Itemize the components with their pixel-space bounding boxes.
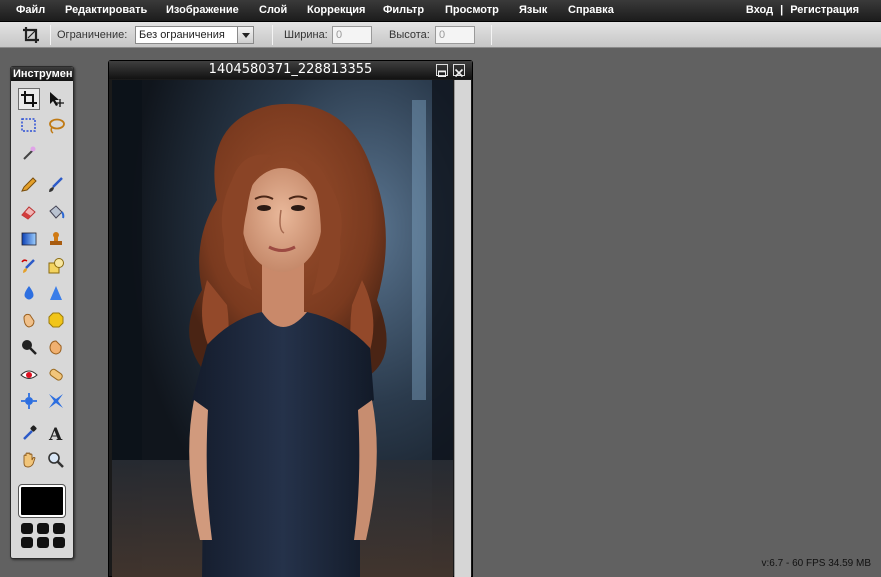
red-eye-tool-icon[interactable] bbox=[18, 363, 40, 385]
chevron-down-icon[interactable] bbox=[237, 27, 253, 43]
menu-layer[interactable]: Слой bbox=[259, 4, 287, 16]
clone-stamp-tool-icon[interactable] bbox=[45, 228, 67, 250]
draw-shapes-tool-icon[interactable] bbox=[45, 255, 67, 277]
sponge-tool-icon[interactable] bbox=[45, 309, 67, 331]
blur-tool-icon[interactable] bbox=[18, 282, 40, 304]
height-label: Высота: bbox=[389, 29, 430, 41]
crop-icon[interactable] bbox=[20, 25, 42, 45]
tools-panel: Инструмен A bbox=[10, 66, 74, 559]
menu-file[interactable]: Файл bbox=[16, 4, 45, 16]
type-tool-icon[interactable]: A bbox=[45, 422, 67, 444]
width-input[interactable]: 0 bbox=[332, 26, 372, 44]
swatch-mode-button[interactable] bbox=[53, 537, 65, 548]
pencil-tool-icon[interactable] bbox=[18, 174, 40, 196]
smudge-tool-icon[interactable] bbox=[18, 309, 40, 331]
primary-color-swatch[interactable] bbox=[18, 484, 66, 518]
auth-separator: | bbox=[780, 4, 784, 16]
swatch-mode-button[interactable] bbox=[21, 537, 33, 548]
spot-heal-tool-icon[interactable] bbox=[45, 363, 67, 385]
menu-edit[interactable]: Редактировать bbox=[65, 4, 147, 16]
swatch-mode-button[interactable] bbox=[21, 523, 33, 534]
sharpen-tool-icon[interactable] bbox=[45, 282, 67, 304]
constraint-label: Ограничение: bbox=[57, 29, 128, 41]
menu-filter[interactable]: Фильтр bbox=[383, 4, 424, 16]
marquee-tool-icon[interactable] bbox=[18, 115, 40, 137]
register-link[interactable]: Регистрация bbox=[790, 4, 859, 16]
swatch-mode-button[interactable] bbox=[37, 523, 49, 534]
color-picker-tool-icon[interactable] bbox=[18, 422, 40, 444]
width-label: Ширина: bbox=[284, 29, 328, 41]
dodge-tool-icon[interactable] bbox=[18, 336, 40, 358]
eraser-tool-icon[interactable] bbox=[18, 201, 40, 223]
zoom-tool-icon[interactable] bbox=[45, 449, 67, 471]
close-icon[interactable] bbox=[453, 64, 465, 78]
photo-portrait bbox=[112, 80, 453, 577]
paint-bucket-tool-icon[interactable] bbox=[45, 201, 67, 223]
gradient-tool-icon[interactable] bbox=[18, 228, 40, 250]
pinch-tool-icon[interactable] bbox=[45, 390, 67, 412]
burn-tool-icon[interactable] bbox=[45, 336, 67, 358]
magic-wand-tool-icon[interactable] bbox=[18, 142, 40, 164]
menu-view[interactable]: Просмотр bbox=[445, 4, 499, 16]
vertical-scrollbar[interactable] bbox=[454, 80, 471, 577]
svg-text:A: A bbox=[48, 425, 63, 442]
toolbar-divider bbox=[272, 25, 273, 45]
maximize-icon[interactable] bbox=[436, 64, 448, 77]
menu-language[interactable]: Язык bbox=[519, 4, 547, 16]
toolbar-divider bbox=[491, 25, 492, 45]
color-replace-tool-icon[interactable] bbox=[18, 255, 40, 277]
brush-tool-icon[interactable] bbox=[45, 174, 67, 196]
toolbar-divider bbox=[50, 25, 51, 45]
bloat-tool-icon[interactable] bbox=[18, 390, 40, 412]
status-version: v:6.7 - 60 FPS 34.59 MB bbox=[761, 558, 872, 569]
document-title[interactable]: 1404580371_228813355 bbox=[109, 61, 472, 79]
crop-tool-icon[interactable] bbox=[18, 88, 40, 110]
auth-links: Вход | Регистрация bbox=[746, 4, 859, 16]
menu-adjustments[interactable]: Коррекция bbox=[307, 4, 365, 16]
image-canvas[interactable] bbox=[112, 80, 453, 577]
constraint-select[interactable]: Без ограничения bbox=[135, 26, 254, 44]
lasso-tool-icon[interactable] bbox=[45, 115, 67, 137]
document-window: 1404580371_228813355 bbox=[108, 60, 473, 577]
menu-help[interactable]: Справка bbox=[568, 4, 614, 16]
swatch-mode-button[interactable] bbox=[53, 523, 65, 534]
login-link[interactable]: Вход bbox=[746, 4, 773, 16]
menu-bar: Файл Редактировать Изображение Слой Корр… bbox=[0, 0, 881, 22]
menu-image[interactable]: Изображение bbox=[166, 4, 239, 16]
swatch-mode-button[interactable] bbox=[37, 537, 49, 548]
constraint-select-value: Без ограничения bbox=[139, 29, 225, 41]
hand-tool-icon[interactable] bbox=[18, 449, 40, 471]
tools-panel-title[interactable]: Инструмен bbox=[11, 67, 73, 81]
options-bar: Ограничение: Без ограничения Ширина: 0 В… bbox=[0, 22, 881, 48]
height-input[interactable]: 0 bbox=[435, 26, 475, 44]
move-tool-icon[interactable] bbox=[45, 88, 67, 110]
